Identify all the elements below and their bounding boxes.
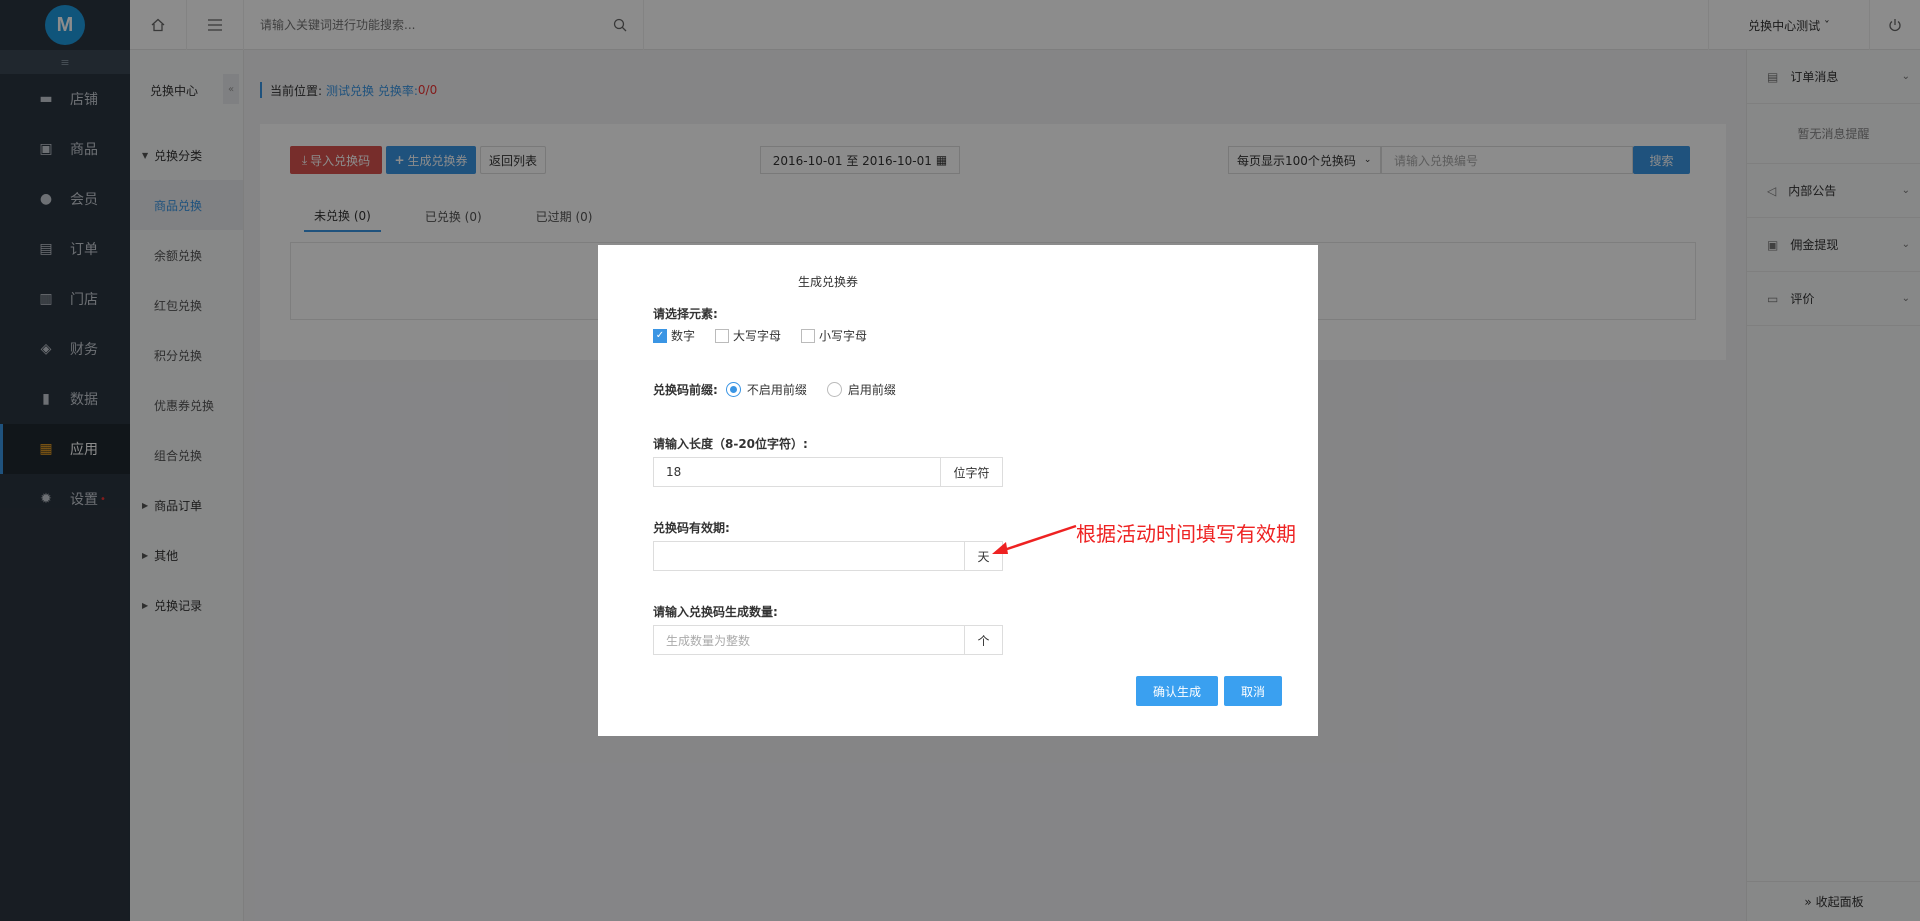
element-lowercase-label: 小写字母 (819, 329, 868, 343)
element-uppercase-label: 大写字母 (733, 329, 782, 343)
quantity-label: 请输入兑换码生成数量: (653, 605, 778, 619)
element-digits[interactable]: ✓ 数字 (653, 327, 695, 344)
confirm-generate-button[interactable]: 确认生成 (1136, 676, 1218, 706)
length-unit: 位字符 (941, 457, 1003, 487)
validity-input-group: 天 (653, 541, 1003, 571)
annotation-arrow-icon (992, 524, 1077, 554)
prefix-enabled-option[interactable]: 启用前缀 (826, 381, 896, 398)
prefix-disabled-option[interactable]: 不启用前缀 (725, 381, 807, 398)
checkbox-checked-icon: ✓ (653, 328, 667, 343)
quantity-input-group: 生成数量为整数 个 (653, 625, 1003, 655)
radio-icon (826, 382, 842, 397)
validity-input[interactable] (653, 541, 965, 571)
generate-voucher-modal: 生成兑换券 请选择元素: ✓ 数字 大写字母 小写字母 兑换码前缀: 不启用前缀… (598, 245, 1318, 736)
length-label: 请输入长度（8-20位字符）: (653, 437, 808, 451)
length-input-group: 18 位字符 (653, 457, 1003, 487)
element-uppercase[interactable]: 大写字母 (715, 327, 781, 344)
checkbox-icon (801, 328, 816, 343)
quantity-input[interactable]: 生成数量为整数 (653, 625, 965, 655)
radio-checked-icon (725, 382, 741, 397)
element-lowercase[interactable]: 小写字母 (801, 327, 867, 344)
element-digits-label: 数字 (671, 329, 696, 343)
modal-title: 生成兑换券 (797, 275, 858, 289)
checkbox-icon (715, 328, 730, 343)
prefix-label: 兑换码前缀: (653, 383, 718, 397)
length-input[interactable]: 18 (653, 457, 941, 487)
validity-label: 兑换码有效期: (653, 521, 730, 535)
annotation-text: 根据活动时间填写有效期 (1076, 522, 1296, 546)
elements-options: ✓ 数字 大写字母 小写字母 (653, 327, 887, 344)
prefix-disabled-label: 不启用前缀 (746, 383, 807, 397)
elements-label: 请选择元素: (653, 307, 718, 321)
quantity-unit: 个 (965, 625, 1003, 655)
prefix-row: 兑换码前缀: 不启用前缀 启用前缀 (653, 381, 916, 398)
prefix-enabled-label: 启用前缀 (847, 383, 896, 397)
cancel-button[interactable]: 取消 (1224, 676, 1282, 706)
